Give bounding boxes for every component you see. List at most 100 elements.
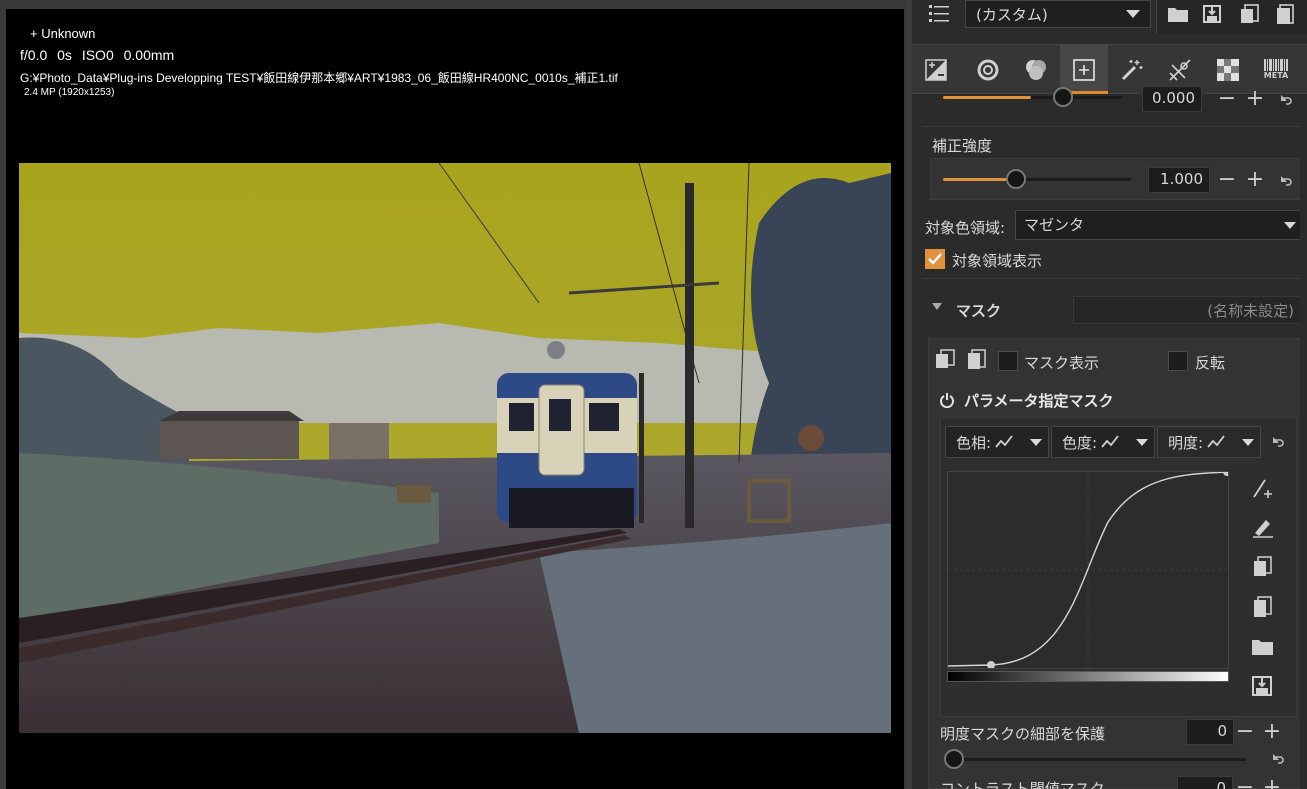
mask-paste-icon[interactable] [966, 348, 988, 370]
photo-preview[interactable] [19, 163, 891, 733]
strength-slider-knob[interactable] [1006, 169, 1026, 189]
file-path: G:¥Photo_Data¥Plug-ins Developping TEST¥… [20, 71, 618, 85]
curve-icon [995, 435, 1013, 448]
target-color-label: 対象色領域: [925, 219, 1006, 237]
target-color-dropdown[interactable]: マゼンタ [1015, 210, 1305, 240]
luminance-label: 明度: [1168, 433, 1204, 452]
preset-dropdown[interactable]: (カスタム) [965, 0, 1151, 28]
mask-section-label: マスク [956, 302, 1002, 320]
pencil-icon[interactable] [1251, 515, 1275, 539]
protect-value-field[interactable]: 0 [1186, 719, 1234, 745]
top-plus-button[interactable]: + [1244, 88, 1266, 110]
image-viewer: + Unknown f/0.0 0s ISO0 0.00mm G:¥Photo_… [0, 0, 908, 789]
contrast-plus-button[interactable]: + [1261, 777, 1283, 789]
camera-info: + Unknown [30, 26, 96, 41]
save-icon[interactable] [1197, 0, 1227, 28]
paste-icon[interactable] [1271, 0, 1301, 28]
curve-import-icon[interactable] [1251, 555, 1275, 579]
top-slider-track[interactable] [943, 87, 1123, 107]
checker-icon [1217, 58, 1239, 81]
preset-value: (カスタム) [976, 6, 1048, 24]
contrast-threshold-label: コントラスト閾値マスク [940, 780, 1105, 789]
preset-actions [1156, 0, 1307, 34]
check-icon [928, 253, 942, 265]
chevron-down-icon [1126, 10, 1140, 18]
transform-icon [1169, 58, 1191, 81]
strength-reset-icon[interactable] [1277, 173, 1293, 189]
strength-slider-fill [943, 178, 1014, 181]
contrast-minus-button[interactable]: − [1234, 777, 1256, 789]
saturation-dropdown[interactable]: 色度: [1051, 426, 1155, 458]
tab-lens[interactable] [964, 45, 1012, 94]
magic-wand-icon [1121, 59, 1143, 80]
curve-open-folder-icon[interactable] [1251, 636, 1275, 658]
top-slider-fill [943, 96, 1031, 99]
protect-minus-button[interactable]: − [1234, 721, 1256, 743]
mask-reset-icon[interactable] [1269, 434, 1285, 450]
collapse-triangle-icon[interactable] [932, 303, 942, 310]
curve-point[interactable] [1223, 468, 1231, 476]
lens-icon [977, 59, 999, 80]
strength-minus-button[interactable]: − [1216, 169, 1238, 191]
focal-text: 0.00mm [123, 47, 175, 63]
mask-import-icon[interactable] [934, 348, 958, 370]
chevron-down-icon [1242, 439, 1254, 446]
luminance-curve-editor[interactable] [947, 468, 1231, 669]
show-area-checkbox[interactable] [925, 249, 945, 269]
strength-slider-track[interactable] [943, 169, 1131, 189]
mask-invert-checkbox[interactable] [1168, 351, 1188, 371]
panel-scrollbar[interactable] [1300, 94, 1307, 789]
mask-show-label: マスク表示 [1024, 354, 1100, 372]
top-minus-button[interactable]: − [1216, 88, 1238, 110]
protect-reset-icon[interactable] [1269, 751, 1285, 767]
strength-plus-button[interactable]: + [1244, 169, 1266, 191]
reset-icon[interactable] [1277, 92, 1293, 108]
chevron-down-icon [1030, 439, 1042, 446]
mask-name-field[interactable]: (名称未設定) [1073, 296, 1301, 324]
strength-value-field[interactable]: 1.000 [1148, 167, 1210, 193]
tab-color[interactable] [1012, 45, 1060, 94]
viewer-canvas[interactable]: + Unknown f/0.0 0s ISO0 0.00mm G:¥Photo_… [6, 9, 904, 789]
mask-show-checkbox[interactable] [998, 351, 1018, 371]
mask-invert-label: 反転 [1195, 354, 1226, 372]
power-icon[interactable] [939, 392, 955, 408]
top-slider-knob[interactable] [1053, 87, 1073, 107]
chevron-down-icon [1284, 222, 1296, 229]
saturation-label: 色度: [1062, 433, 1098, 452]
shutter-text: 0s [57, 47, 72, 63]
curve-icon [1207, 435, 1225, 448]
local-adjust-icon [1073, 58, 1095, 81]
app-window: + Unknown f/0.0 0s ISO0 0.00mm G:¥Photo_… [0, 0, 1307, 789]
list-icon[interactable] [924, 0, 954, 28]
luminance-dropdown[interactable]: 明度: [1157, 426, 1261, 458]
show-area-label: 対象領域表示 [952, 252, 1043, 270]
iso-text: ISO0 [81, 47, 114, 63]
contrast-value-field[interactable]: 0 [1177, 776, 1233, 789]
luminance-gradient-bar [947, 671, 1229, 682]
hue-dropdown[interactable]: 色相: [945, 426, 1049, 458]
curve-paste-icon[interactable] [1251, 595, 1275, 619]
exposure-info: f/0.0 0s ISO0 0.00mm [20, 47, 174, 63]
protect-detail-label: 明度マスクの細部を保護 [940, 725, 1106, 743]
strength-label: 補正強度 [932, 137, 993, 155]
tab-local-adjust[interactable] [1060, 45, 1108, 94]
train-photo [19, 163, 891, 733]
preset-toolbar: (カスタム) [912, 0, 1307, 38]
aperture-text: f/0.0 [20, 47, 48, 63]
top-value-field[interactable]: 0.000 [1142, 86, 1202, 112]
protect-plus-button[interactable]: + [1261, 721, 1283, 743]
divider [922, 126, 1307, 127]
import-icon[interactable] [1235, 0, 1265, 28]
open-folder-icon[interactable] [1163, 0, 1193, 28]
protect-slider-knob[interactable] [944, 749, 964, 769]
meta-icon: META [1264, 59, 1288, 80]
tab-exposure[interactable] [912, 45, 960, 94]
resolution-info: 2.4 MP (1920x1253) [24, 87, 115, 98]
target-color-value: マゼンタ [1024, 216, 1085, 234]
add-point-icon[interactable] [1251, 476, 1275, 500]
curve-save-icon[interactable] [1251, 675, 1273, 697]
curve-point[interactable] [987, 661, 995, 669]
exposure-icon [925, 58, 947, 81]
protect-slider-track[interactable] [944, 749, 1246, 769]
hue-label: 色相: [956, 433, 992, 452]
